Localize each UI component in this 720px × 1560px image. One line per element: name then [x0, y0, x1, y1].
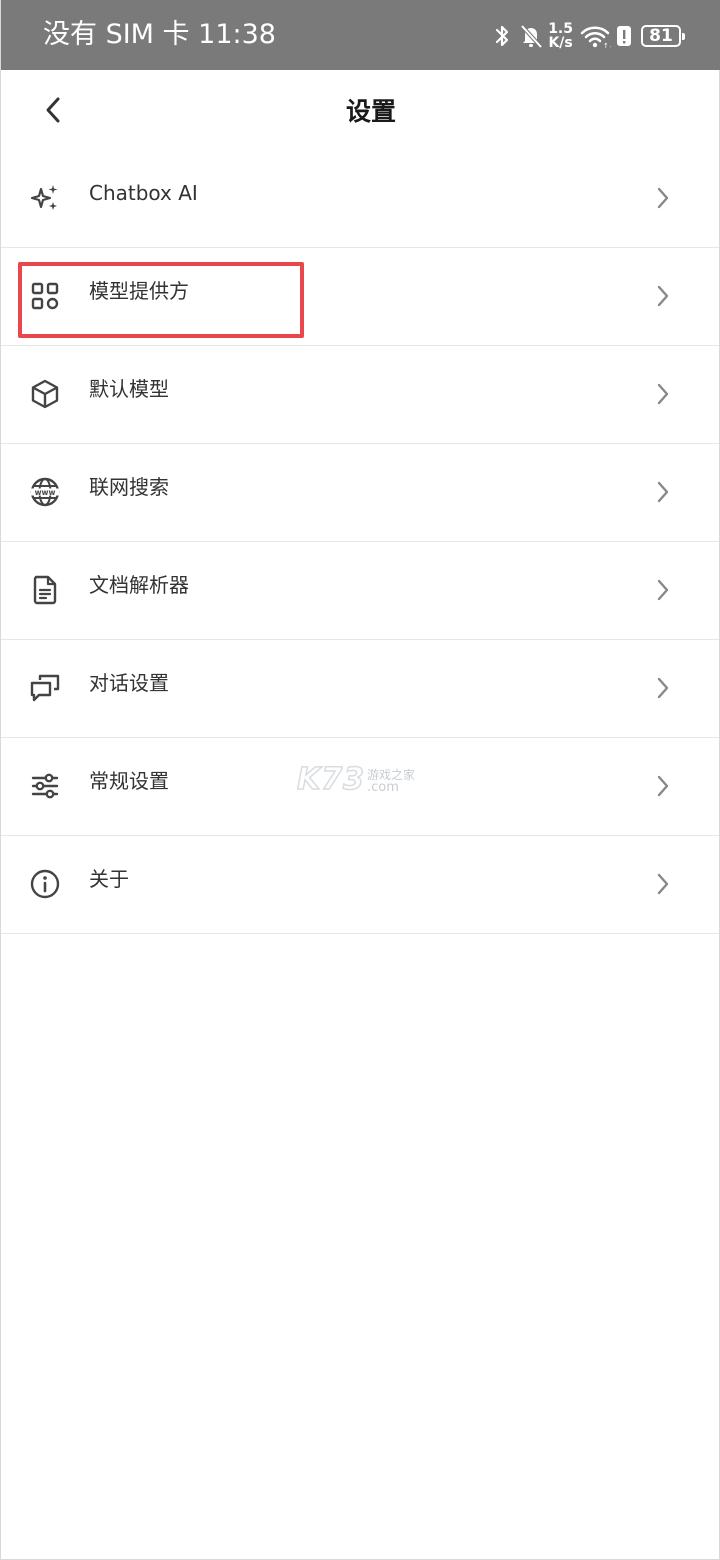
battery-alert-icon — [615, 23, 633, 49]
svg-text:www: www — [35, 488, 56, 497]
settings-item-model-provider[interactable]: 模型提供方 — [1, 248, 719, 346]
network-speed: 1.5 K/s — [548, 22, 573, 50]
svg-text:↑↓: ↑↓ — [603, 42, 611, 50]
settings-item-label: 默认模型 — [89, 377, 169, 401]
settings-item-document-parser[interactable]: 文档解析器 — [1, 542, 719, 640]
settings-item-label: 文档解析器 — [89, 573, 189, 597]
watermark-brand: K73 — [296, 761, 365, 798]
sliders-icon — [29, 770, 61, 802]
settings-list: Chatbox AI 模型提供方 默认模型 www 联网搜索 文档解析器 对话设… — [1, 150, 719, 934]
settings-item-label: 关于 — [89, 867, 129, 891]
watermark-logo: K73 游戏之家 .com — [296, 761, 427, 798]
status-carrier-time: 没有 SIM 卡 11:38 — [43, 19, 276, 50]
wifi-icon: ↑↓ — [579, 22, 611, 50]
settings-item-about[interactable]: 关于 — [1, 836, 719, 934]
document-icon — [29, 574, 61, 606]
chat-bubbles-icon — [29, 672, 61, 704]
chevron-right-icon — [653, 872, 673, 896]
chevron-right-icon — [653, 578, 673, 602]
settings-item-default-model[interactable]: 默认模型 — [1, 346, 719, 444]
info-icon — [29, 868, 61, 900]
settings-item-label: 对话设置 — [89, 671, 169, 695]
settings-item-web-search[interactable]: www 联网搜索 — [1, 444, 719, 542]
chevron-right-icon — [653, 284, 673, 308]
chevron-right-icon — [653, 676, 673, 700]
app-bar: 设置 — [1, 70, 719, 150]
bell-muted-icon — [518, 22, 544, 50]
network-speed-unit: K/s — [548, 35, 573, 51]
globe-www-icon: www — [29, 476, 61, 508]
chevron-right-icon — [653, 382, 673, 406]
settings-item-chat-settings[interactable]: 对话设置 — [1, 640, 719, 738]
cube-icon — [29, 378, 61, 410]
chevron-right-icon — [653, 186, 673, 210]
grid-apps-icon — [29, 280, 61, 312]
settings-item-label: 联网搜索 — [89, 475, 169, 499]
settings-item-label: Chatbox AI — [89, 181, 198, 205]
chevron-right-icon — [653, 774, 673, 798]
battery-icon: 81 — [641, 25, 685, 47]
settings-item-label: 模型提供方 — [89, 279, 189, 303]
network-speed-value: 1.5 — [548, 21, 573, 37]
sparkles-icon — [29, 182, 61, 214]
bluetooth-icon — [492, 22, 512, 50]
settings-item-chatbox-ai[interactable]: Chatbox AI — [1, 150, 719, 248]
settings-screen: 没有 SIM 卡 11:38 1.5 K/s ↑ 81 设置 Chatbox A… — [0, 0, 720, 1560]
status-bar: 没有 SIM 卡 11:38 1.5 K/s ↑ 81 — [1, 0, 720, 70]
status-icons: 1.5 K/s ↑↓ 81 — [492, 18, 685, 54]
chevron-right-icon — [653, 480, 673, 504]
page-title: 设置 — [345, 97, 396, 126]
settings-item-label: 常规设置 — [89, 769, 169, 793]
watermark-domain: .com — [367, 780, 399, 795]
